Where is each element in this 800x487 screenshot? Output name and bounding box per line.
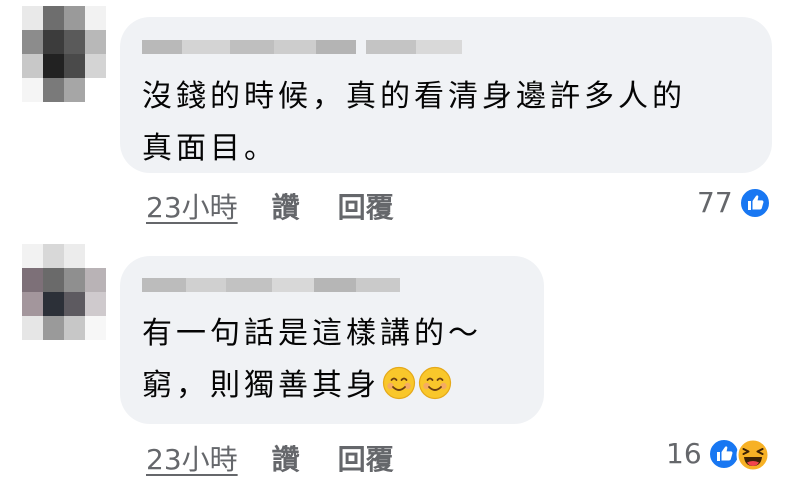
smiling-face-emoji-icon bbox=[418, 365, 452, 400]
reaction-count: 77 bbox=[697, 186, 733, 219]
reply-button[interactable]: 回覆 bbox=[338, 438, 394, 478]
comment-text: 沒錢的時候，真的看清身邊許多人的 真面目。 bbox=[142, 79, 686, 166]
reply-button[interactable]: 回覆 bbox=[338, 186, 394, 226]
timestamp-link[interactable]: 23小時 bbox=[146, 186, 238, 226]
comment-text: 有一句話是這樣講的～ 窮，則獨善其身 bbox=[142, 316, 482, 403]
like-icon bbox=[738, 186, 771, 219]
reaction-count: 16 bbox=[666, 437, 702, 470]
comment-bubble: 有一句話是這樣講的～ 窮，則獨善其身 bbox=[120, 256, 544, 424]
comment-thread: 沒錢的時候，真的看清身邊許多人的 真面目。 23小時 讚 回覆 77 有一句話是… bbox=[0, 0, 800, 487]
haha-icon bbox=[736, 438, 770, 471]
comment-actions: 23小時 讚 回覆 bbox=[146, 186, 394, 226]
like-button[interactable]: 讚 bbox=[272, 438, 300, 478]
reaction-summary[interactable]: 77 bbox=[697, 186, 771, 219]
avatar[interactable] bbox=[22, 244, 106, 340]
like-button[interactable]: 讚 bbox=[272, 186, 300, 226]
smiling-face-emoji-icon bbox=[382, 365, 416, 400]
reaction-summary[interactable]: 16 bbox=[666, 437, 770, 471]
avatar[interactable] bbox=[22, 6, 106, 102]
commenter-name-blurred[interactable] bbox=[142, 40, 462, 54]
comment-actions: 23小時 讚 回覆 bbox=[146, 438, 394, 478]
commenter-name-blurred[interactable] bbox=[142, 278, 400, 292]
timestamp-link[interactable]: 23小時 bbox=[146, 438, 238, 478]
comment-bubble: 沒錢的時候，真的看清身邊許多人的 真面目。 bbox=[120, 17, 772, 173]
